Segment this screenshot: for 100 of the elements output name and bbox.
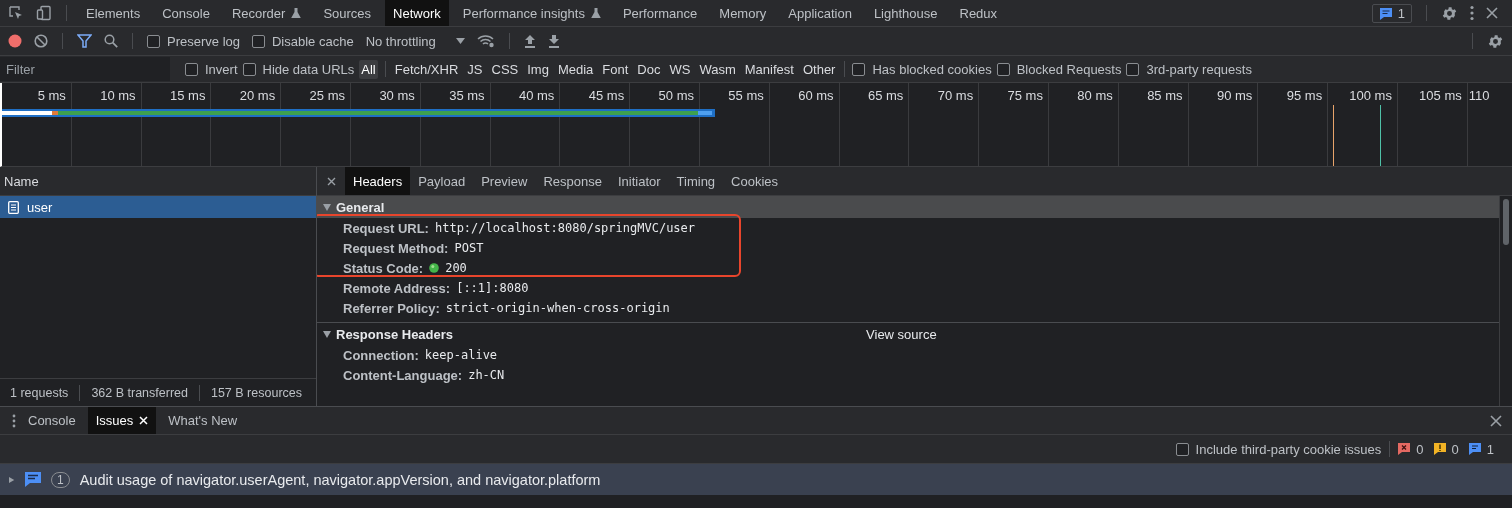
checkbox[interactable]: 3rd-party requests — [1126, 61, 1252, 77]
request-row[interactable]: user — [0, 196, 316, 218]
tick-label: 60 ms — [798, 88, 834, 104]
detail-tab[interactable]: Cookies — [723, 167, 787, 195]
tick-label: 65 ms — [867, 88, 904, 104]
checkbox-label: Hide data URLs — [262, 61, 355, 77]
scrollbar-thumb[interactable] — [1503, 199, 1509, 245]
type-filter[interactable]: Media — [555, 59, 596, 79]
panel-tab[interactable]: Memory — [711, 0, 775, 26]
settings-icon[interactable] — [1487, 32, 1504, 50]
header-name: Referrer Policy: — [343, 300, 440, 316]
panel-tab[interactable]: Elements — [78, 0, 149, 26]
drawer-tab[interactable]: Console — [20, 407, 84, 434]
panel-tab[interactable]: Performance insights — [454, 0, 609, 26]
settings-icon[interactable] — [1441, 4, 1458, 22]
tick-label: 55 ms — [728, 88, 764, 104]
type-filter[interactable]: Manifest — [742, 59, 796, 79]
panel-tab[interactable]: Redux — [951, 0, 1006, 26]
tick-label: 35 ms — [449, 88, 485, 104]
detail-tab[interactable]: Payload — [410, 167, 474, 195]
caret-icon — [455, 38, 465, 44]
download-icon[interactable] — [547, 34, 560, 48]
summary-text: 157 B resources — [210, 385, 302, 400]
tick-label: 40 ms — [518, 88, 555, 104]
issue-count: 0 — [1451, 441, 1459, 457]
summary-text: 1 requests — [10, 385, 69, 400]
error-icon — [1398, 443, 1411, 455]
tick-label: 70 ms — [937, 88, 974, 104]
checkbox[interactable]: Invert — [185, 61, 238, 77]
type-filter[interactable]: Fetch/XHR — [392, 59, 461, 79]
panel-tab[interactable]: Sources — [315, 0, 380, 26]
panel-tab[interactable]: Network — [385, 0, 449, 26]
issue-row[interactable]: 1 Audit usage of navigator.userAgent, navigator.appVersion, and navigator.platform — [0, 464, 1512, 495]
checkbox[interactable]: Hide data URLs — [242, 61, 355, 77]
detail-tab[interactable]: Timing — [668, 167, 724, 195]
type-filter[interactable]: CSS — [489, 59, 521, 79]
panel-tab[interactable]: Application — [780, 0, 860, 26]
section-header[interactable]: General — [317, 196, 1499, 218]
checkbox[interactable]: Disable cache — [252, 33, 354, 49]
detail-tab[interactable]: Preview — [473, 167, 536, 195]
tick-label: 20 ms — [239, 88, 276, 104]
drawer-tab[interactable]: Issues — [87, 407, 157, 434]
issue-title: Audit usage of navigator.userAgent, navigator.appVersion, and navigator.platform — [79, 471, 601, 488]
header-name: Status Code: — [343, 260, 424, 276]
search-icon[interactable] — [104, 34, 118, 48]
throttling-select[interactable]: No throttling — [365, 33, 465, 49]
detail-tab[interactable]: Response — [535, 167, 610, 195]
tick-label: 100 ms — [1349, 88, 1392, 104]
info-icon — [1468, 443, 1481, 455]
panel-tab[interactable]: Lighthouse — [865, 0, 946, 26]
load-marker — [1380, 105, 1381, 166]
panel-tab[interactable]: Recorder — [223, 0, 310, 26]
issues-badge[interactable]: 1 — [1371, 3, 1412, 23]
header-name: Content-Language: — [343, 367, 463, 383]
detail-tab[interactable]: Headers — [345, 167, 411, 195]
panel-tab[interactable]: Performance — [614, 0, 706, 26]
drawer-tab[interactable]: What's New — [160, 407, 246, 434]
view-source-link[interactable]: View source — [866, 326, 937, 342]
checkbox-label: Disable cache — [272, 33, 354, 49]
wifi-icon[interactable] — [476, 34, 495, 48]
type-filter[interactable]: Doc — [635, 59, 663, 79]
expand-arrow-icon[interactable] — [323, 330, 331, 338]
more-icon[interactable] — [1470, 5, 1474, 21]
header-value: POST — [454, 241, 484, 255]
checkbox-label: Invert — [205, 61, 238, 77]
section-header[interactable]: Response Headers View source — [317, 323, 1499, 345]
type-filter[interactable]: Img — [525, 59, 551, 79]
detail-tab[interactable]: Initiator — [609, 167, 669, 195]
type-filter[interactable]: All — [359, 59, 378, 79]
type-filter[interactable]: WS — [667, 59, 693, 79]
header-value: 200 — [445, 261, 467, 275]
device-icon[interactable] — [36, 5, 52, 21]
tick-label: 50 ms — [658, 88, 694, 104]
type-filter[interactable]: Wasm — [697, 59, 738, 79]
expand-arrow-icon[interactable] — [323, 203, 331, 211]
type-filter[interactable]: Other — [800, 59, 838, 79]
checkbox[interactable]: Blocked Requests — [996, 61, 1122, 77]
more-icon[interactable] — [12, 413, 16, 428]
record-icon[interactable] — [8, 34, 22, 48]
filter-field[interactable]: Filter — [0, 57, 170, 81]
panel-tab[interactable]: Console — [154, 0, 218, 26]
inspect-icon[interactable] — [8, 5, 24, 21]
header-value: keep-alive — [424, 348, 498, 362]
tick-label: 90 ms — [1216, 88, 1253, 104]
checkbox-label: 3rd-party requests — [1146, 61, 1252, 77]
header-value: strict-origin-when-cross-origin — [445, 301, 670, 315]
clear-icon[interactable] — [34, 34, 48, 48]
checkbox-label: Blocked Requests — [1016, 61, 1122, 77]
header-name: Request Method: — [343, 240, 449, 256]
filter-icon[interactable] — [77, 34, 92, 48]
upload-icon[interactable] — [523, 34, 536, 48]
expand-arrow-icon[interactable] — [9, 475, 15, 484]
header-value: [::1]:8080 — [456, 281, 529, 295]
tick-label: 95 ms — [1286, 88, 1323, 104]
type-filter[interactable]: Font — [600, 59, 631, 79]
tick-label: 5 ms — [37, 88, 66, 104]
tick-label: 85 ms — [1147, 88, 1183, 104]
type-filter[interactable]: JS — [465, 59, 485, 79]
checkbox[interactable]: Preserve log — [147, 33, 240, 49]
tick-label: 80 ms — [1077, 88, 1113, 104]
